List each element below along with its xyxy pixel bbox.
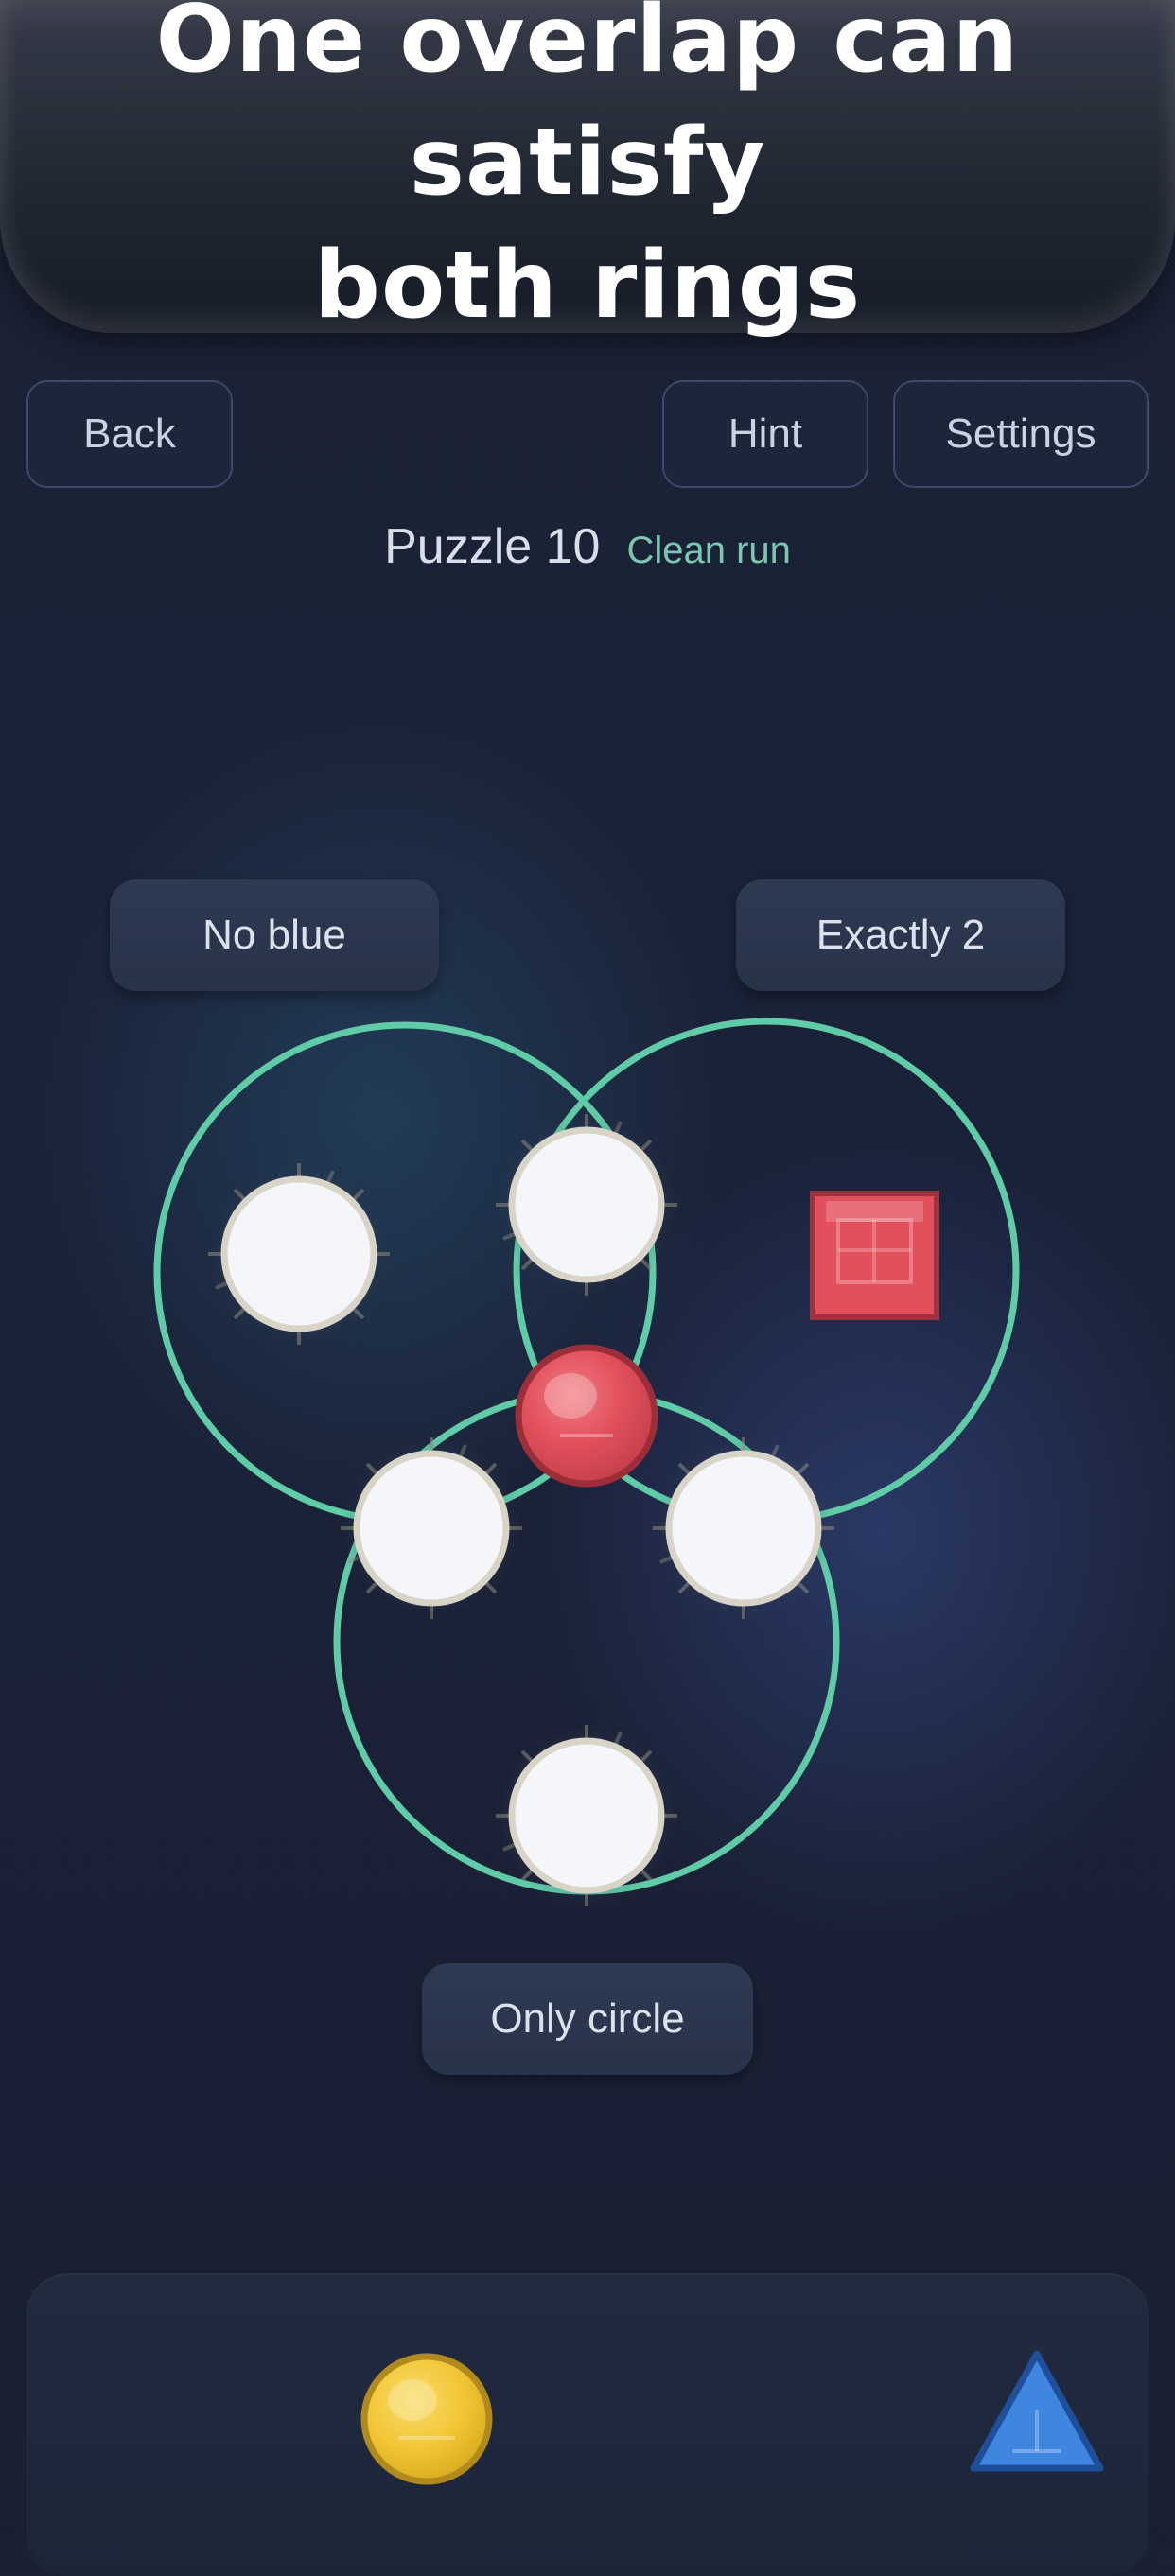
blue-triangle-piece[interactable] (970, 2350, 1104, 2472)
tray-pieces (360, 2350, 1104, 2485)
yellow-circle-piece[interactable] (360, 2353, 493, 2485)
